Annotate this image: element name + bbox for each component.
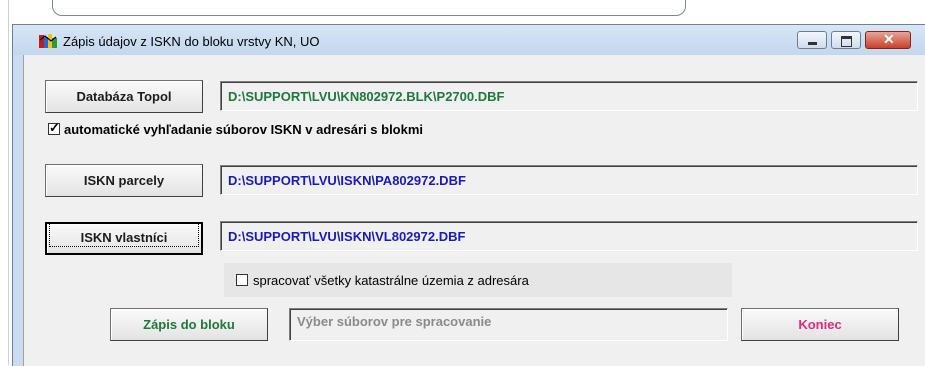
iskn-vlastnici-button[interactable]: ISKN vlastníci (45, 222, 203, 255)
dialog-client-area: Databáza Topol D:\SUPPORT\LVU\KN802972.B… (23, 55, 925, 366)
zapis-do-bloku-button-label: Zápis do bloku (143, 317, 235, 332)
caption-buttons: ✕ (797, 31, 921, 51)
database-topol-button-label: Databáza Topol (76, 89, 172, 104)
database-topol-button[interactable]: Databáza Topol (45, 80, 203, 113)
close-icon: ✕ (883, 31, 895, 47)
iskn-vlastnici-path[interactable]: D:\SUPPORT\LVU\ISKN\VL802972.DBF (220, 221, 918, 251)
zapis-do-bloku-button[interactable]: Zápis do bloku (110, 308, 268, 341)
close-button[interactable]: ✕ (865, 31, 911, 49)
iskn-parcely-button-label: ISKN parcely (83, 173, 165, 188)
auto-search-label: automatické vyhľadanie súborov ISKN v ad… (64, 122, 424, 137)
background-left-strip (0, 0, 9, 365)
app-icon (39, 34, 57, 49)
minimize-icon[interactable] (797, 31, 827, 49)
iskn-parcely-path[interactable]: D:\SUPPORT\LVU\ISKN\PA802972.DBF (220, 165, 918, 195)
koniec-button-label: Koniec (798, 317, 842, 332)
maximize-icon[interactable] (831, 31, 861, 49)
process-all-label: spracovať všetky katastrálne územia z ad… (253, 273, 529, 288)
window-title: Zápis údajov z ISKN do bloku vrstvy KN, … (63, 34, 320, 49)
koniec-button[interactable]: Koniec (741, 308, 899, 341)
checkmark-icon: ✓ (49, 120, 60, 135)
title-bar[interactable]: Zápis údajov z ISKN do bloku vrstvy KN, … (13, 25, 925, 55)
auto-search-checkbox[interactable]: ✓ (48, 120, 60, 135)
background-window-frame (52, 0, 686, 16)
status-field: Výber súborov pre spracovanie (289, 308, 728, 341)
database-topol-path[interactable]: D:\SUPPORT\LVU\KN802972.BLK\P2700.DBF (220, 81, 918, 111)
iskn-import-dialog: Zápis údajov z ISKN do bloku vrstvy KN, … (12, 24, 925, 366)
iskn-vlastnici-button-label: ISKN vlastníci (49, 222, 199, 247)
process-all-checkbox[interactable] (236, 274, 248, 286)
iskn-parcely-button[interactable]: ISKN parcely (45, 164, 203, 197)
